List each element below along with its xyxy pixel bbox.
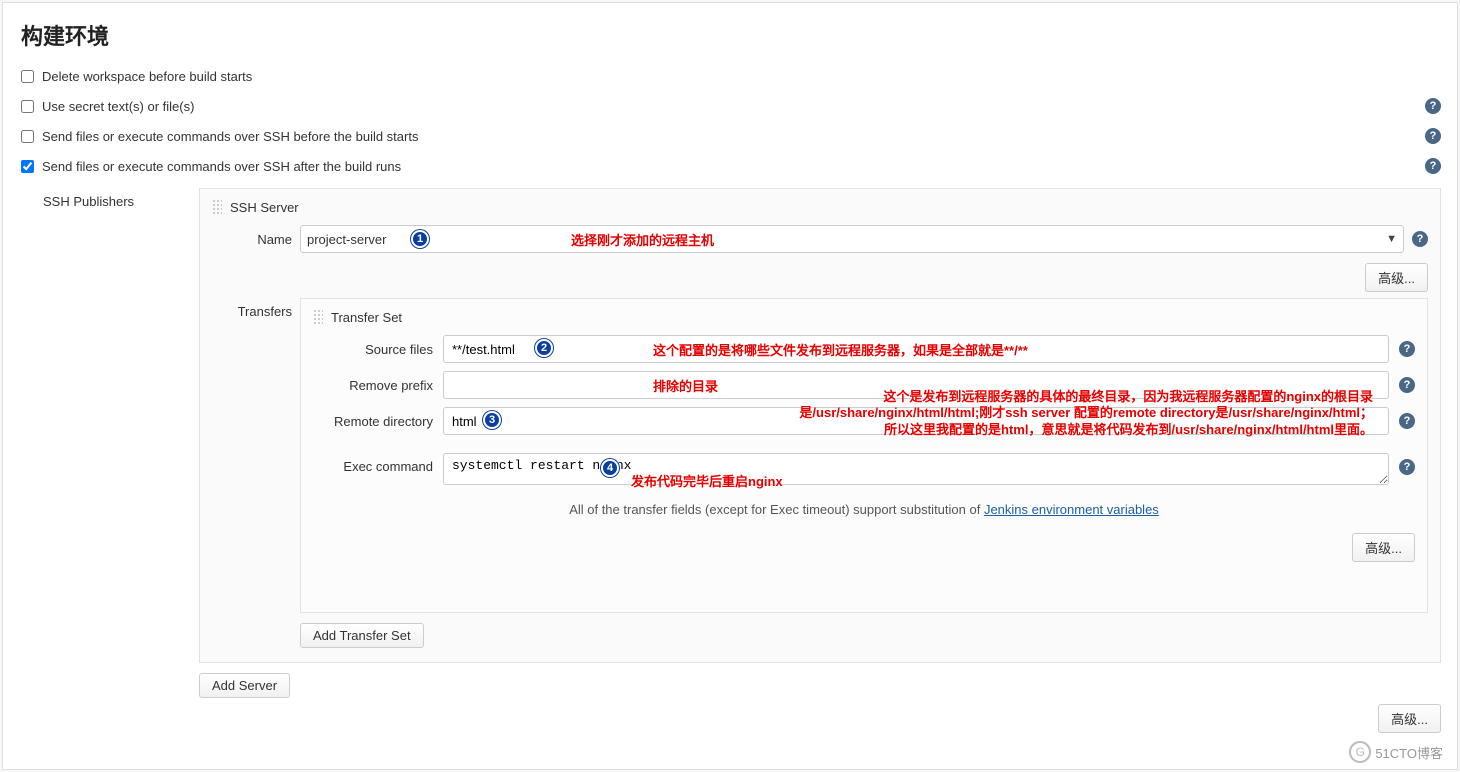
option-use-secret: Use secret text(s) or file(s) ? [21,98,1441,114]
watermark: G 51CTO博客 [1349,741,1443,763]
transfer-set-block: Transfer Set Source files 2 这个配置的是将哪些文件发… [300,298,1428,613]
remote-directory-row: Remote directory 3 这个是发布到远程服务器的具体的最终目录，因… [313,407,1415,435]
remote-directory-label: Remote directory [313,414,433,429]
source-files-input[interactable] [443,335,1389,363]
remote-directory-input[interactable] [443,407,1389,435]
transfer-advanced-button[interactable]: 高级... [1352,533,1415,562]
drag-handle-icon[interactable] [212,199,222,215]
transfer-set-heading: Transfer Set [313,309,1415,325]
section-title: 构建环境 [21,19,1441,51]
checkbox-ssh-after[interactable] [21,160,34,173]
exec-command-input[interactable] [443,453,1389,485]
option-ssh-after: Send files or execute commands over SSH … [21,158,1441,174]
help-icon[interactable]: ? [1425,98,1441,114]
help-icon[interactable]: ? [1399,377,1415,393]
ssh-publishers-layout: SSH Publishers SSH Server Name project-s… [19,188,1441,739]
checkbox-ssh-before[interactable] [21,130,34,143]
help-icon[interactable]: ? [1425,158,1441,174]
exec-command-row: Exec command 4 发布代码完毕后重启nginx ? [313,453,1415,488]
option-delete-workspace: Delete workspace before build starts [21,69,1441,84]
build-environment-section: 构建环境 Delete workspace before build start… [2,2,1458,770]
badge-1: 1 [411,230,429,248]
remove-prefix-label: Remove prefix [313,378,433,393]
source-files-row: Source files 2 这个配置的是将哪些文件发布到远程服务器，如果是全部… [313,335,1415,363]
option-ssh-before: Send files or execute commands over SSH … [21,128,1441,144]
help-icon[interactable]: ? [1412,231,1428,247]
name-select-value: project-server [307,232,386,247]
name-row: Name project-server 1 选择刚才添加的远程主机 ▼ ? [212,225,1428,253]
name-select[interactable]: project-server 1 选择刚才添加的远程主机 ▼ [300,225,1404,253]
watermark-icon: G [1349,741,1371,763]
bottom-advanced-button[interactable]: 高级... [1378,704,1441,733]
ssh-server-heading: SSH Server [212,199,1428,215]
chevron-down-icon: ▼ [1386,233,1397,245]
help-icon[interactable]: ? [1399,341,1415,357]
label-use-secret[interactable]: Use secret text(s) or file(s) [42,99,194,114]
jenkins-env-vars-link[interactable]: Jenkins environment variables [984,502,1159,517]
transfers-layout: Transfers Transfer Set Source files [212,298,1428,648]
help-icon[interactable]: ? [1399,459,1415,475]
advanced-button[interactable]: 高级... [1365,263,1428,292]
annotation-1: 选择刚才添加的远程主机 [571,230,714,249]
help-icon[interactable]: ? [1425,128,1441,144]
watermark-text: 51CTO博客 [1375,743,1443,762]
checkbox-delete-workspace[interactable] [21,70,34,83]
add-server-button[interactable]: Add Server [199,673,290,698]
remove-prefix-input[interactable] [443,371,1389,399]
label-ssh-after[interactable]: Send files or execute commands over SSH … [42,159,401,174]
transfer-set-heading-text: Transfer Set [331,310,402,325]
ssh-server-heading-text: SSH Server [230,200,299,215]
hint-text: All of the transfer fields (except for E… [569,502,984,517]
ssh-publishers-label: SSH Publishers [19,188,199,739]
transfers-label: Transfers [212,298,292,319]
label-delete-workspace[interactable]: Delete workspace before build starts [42,69,252,84]
remove-prefix-row: Remove prefix 排除的目录 ? [313,371,1415,399]
label-ssh-before[interactable]: Send files or execute commands over SSH … [42,129,418,144]
ssh-publisher-block: SSH Server Name project-server 1 选择刚才添加的… [199,188,1441,663]
transfer-hint: All of the transfer fields (except for E… [313,502,1415,517]
help-icon[interactable]: ? [1399,413,1415,429]
add-transfer-set-button[interactable]: Add Transfer Set [300,623,424,648]
checkbox-use-secret[interactable] [21,100,34,113]
name-label: Name [212,232,292,247]
source-files-label: Source files [313,342,433,357]
drag-handle-icon[interactable] [313,309,323,325]
exec-command-label: Exec command [313,453,433,474]
